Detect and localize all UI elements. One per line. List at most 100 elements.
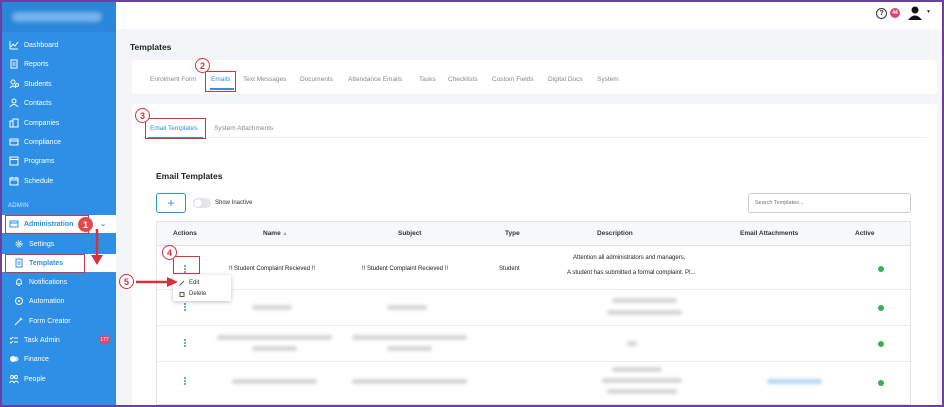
row-actions-menu: Edit Delete: [173, 275, 231, 301]
search-templates-input[interactable]: [748, 193, 911, 213]
callout-arrow-5: [136, 277, 178, 287]
callout-number-5: 5: [119, 274, 134, 289]
sidebar-item-label: Notifications: [29, 278, 68, 286]
delete-menu-item[interactable]: Delete: [179, 291, 206, 297]
callout-box-templates: [5, 254, 85, 273]
avatar[interactable]: [907, 5, 923, 21]
row-actions-kebab-icon[interactable]: [182, 302, 188, 312]
sidebar-item-people[interactable]: People: [2, 370, 116, 388]
sidebar-item-programs[interactable]: Programs: [2, 152, 116, 170]
sidebar-item-students[interactable]: Students: [2, 75, 116, 93]
table-row[interactable]: [157, 362, 910, 405]
tab-system[interactable]: System: [597, 76, 619, 83]
people-icon: [8, 374, 19, 385]
tasks-icon: [8, 335, 19, 346]
caret-down-icon[interactable]: ▼: [926, 9, 931, 15]
email-templates-card: Email Templates System Attachments Email…: [132, 104, 937, 405]
sidebar-item-automation[interactable]: Automation: [2, 292, 116, 310]
callout-box-email-templates: [145, 118, 206, 139]
subtab-system-attachments[interactable]: System Attachments: [214, 125, 273, 132]
sidebar-item-contacts[interactable]: Contacts: [2, 94, 116, 112]
template-type: Student: [499, 266, 520, 272]
active-check-icon: [878, 305, 884, 311]
help-icon[interactable]: ?: [876, 8, 887, 19]
sidebar-item-label: Schedule: [24, 177, 54, 185]
chart-line-icon: [8, 40, 19, 51]
tab-digital-docs[interactable]: Digital Docs: [548, 76, 583, 83]
tab-custom-fields[interactable]: Custom Fields: [492, 76, 534, 83]
row-actions-kebab-icon[interactable]: [182, 376, 188, 386]
callout-box-administration: [5, 215, 89, 234]
sidebar-item-label: Contacts: [24, 99, 52, 107]
sidebar-item-label: Task Admin: [24, 336, 60, 344]
col-description: Description: [597, 230, 633, 237]
sidebar-item-finance[interactable]: Finance: [2, 350, 116, 368]
active-check-icon: [878, 266, 884, 272]
col-email-attachments: Email Attachments: [740, 230, 799, 237]
add-template-button[interactable]: +: [156, 193, 186, 213]
automation-icon: [13, 296, 24, 307]
calendar-icon: [8, 176, 19, 187]
col-active: Active: [855, 230, 875, 237]
trash-icon: [179, 292, 185, 297]
sidebar-item-task-admin[interactable]: Task Admin 177: [2, 331, 116, 349]
page-title: Templates: [130, 42, 172, 52]
sidebar-item-label: Settings: [29, 240, 55, 248]
table-row[interactable]: !! Student Complaint Recieved !! !! Stud…: [157, 246, 910, 290]
template-name: !! Student Complaint Recieved !!: [229, 266, 316, 272]
col-actions: Actions: [173, 230, 197, 237]
col-name[interactable]: Name ▲: [263, 230, 287, 237]
callout-number-2: 2: [195, 58, 210, 73]
contacts-icon: [8, 98, 19, 109]
sidebar-item-reports[interactable]: Reports: [2, 55, 116, 73]
tab-text-messages[interactable]: Text Messages: [243, 76, 286, 83]
compliance-icon: [8, 137, 19, 148]
sidebar-item-label: Form Creator: [29, 317, 71, 325]
task-count-badge: 177: [99, 335, 110, 344]
sidebar-item-form-creator[interactable]: Form Creator: [2, 312, 116, 330]
section-title: Email Templates: [156, 171, 223, 181]
col-type: Type: [505, 230, 520, 237]
edit-menu-item[interactable]: Edit: [179, 280, 199, 286]
sidebar-item-label: People: [24, 375, 46, 383]
admin-section-label: ADMIN: [8, 203, 29, 209]
callout-number-3: 3: [135, 108, 150, 123]
active-check-icon: [878, 341, 884, 347]
show-inactive-toggle[interactable]: [193, 198, 211, 208]
magic-wand-icon: [13, 316, 24, 327]
sidebar-item-label: Reports: [24, 60, 49, 68]
app-window: Dashboard Reports Students Contacts Comp…: [2, 2, 942, 405]
notification-badge[interactable]: 44: [890, 8, 900, 18]
tab-enrolment-form[interactable]: Enrolment Form: [150, 76, 197, 83]
sidebar-item-companies[interactable]: Companies: [2, 114, 116, 132]
tab-tasks[interactable]: Tasks: [419, 76, 436, 83]
template-description-line2: A student has submitted a formal complai…: [567, 270, 696, 276]
sidebar-item-label: Companies: [24, 119, 60, 127]
sidebar-item-label: Finance: [24, 355, 49, 363]
row-actions-kebab-icon[interactable]: [182, 338, 188, 348]
sidebar-item-compliance[interactable]: Compliance: [2, 133, 116, 151]
col-subject: Subject: [398, 230, 422, 237]
template-description-line1: Attention all administrators and manager…: [573, 255, 686, 261]
tab-attendance-emails[interactable]: Attendance Emails: [348, 76, 402, 83]
students-icon: [8, 79, 19, 90]
callout-number-4: 4: [162, 245, 177, 260]
template-subject: !! Student Complaint Recieved !!: [362, 266, 449, 272]
sidebar-item-label: Students: [24, 80, 52, 88]
sidebar: Dashboard Reports Students Contacts Comp…: [2, 2, 116, 405]
sidebar-item-schedule[interactable]: Schedule: [2, 172, 116, 190]
tab-documents[interactable]: Documents: [300, 76, 333, 83]
finance-icon: [8, 354, 19, 365]
sidebar-item-dashboard[interactable]: Dashboard: [2, 36, 116, 54]
table-row[interactable]: [157, 290, 910, 326]
active-check-icon: [878, 380, 884, 386]
building-icon: [8, 118, 19, 129]
logo[interactable]: [2, 2, 116, 32]
tab-checklists[interactable]: Checklists: [448, 76, 478, 83]
table-row[interactable]: [157, 326, 910, 362]
callout-box-kebab: [173, 256, 200, 274]
pencil-icon: [179, 280, 185, 286]
table-header: Actions Name ▲ Subject Type Description …: [157, 222, 910, 246]
templates-table: Actions Name ▲ Subject Type Description …: [156, 221, 911, 405]
sidebar-item-notifications[interactable]: Notifications: [2, 273, 116, 291]
